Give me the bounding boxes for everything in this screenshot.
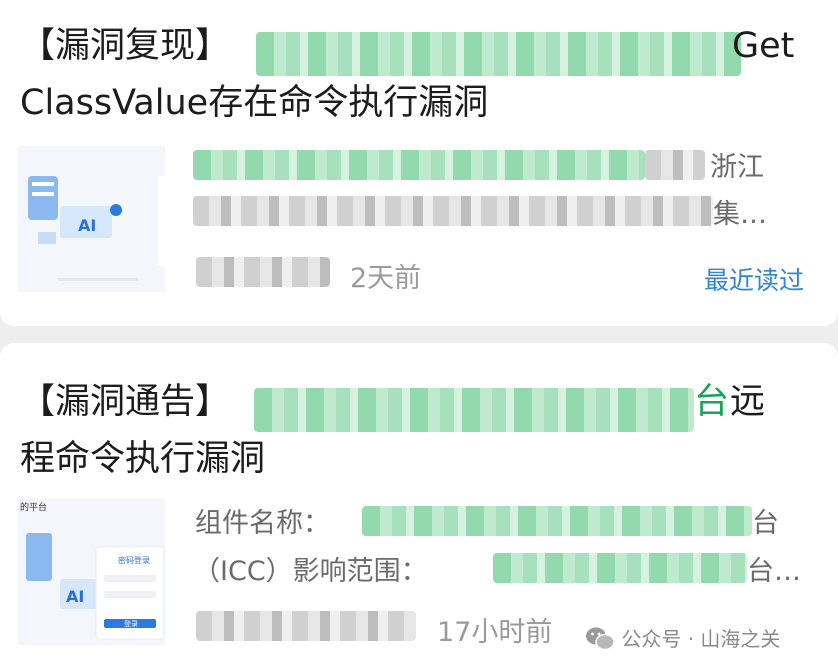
article-card[interactable]: 【漏洞复现】 Get ClassValue存在命令执行漏洞 AI 浙江 集… 2… xyxy=(0,0,838,326)
article-card[interactable]: 【漏洞通告】 台 远 程命令执行漏洞 AI 的平台 密码登录 登录 组件名称： … xyxy=(0,343,838,670)
redacted-title xyxy=(256,32,741,76)
redacted-snippet xyxy=(362,506,752,536)
article-title[interactable]: 【漏洞复现】 Get ClassValue存在命令执行漏洞 xyxy=(20,18,810,123)
thumbnail-header: 的平台 xyxy=(20,503,48,513)
snippet-text: 集… xyxy=(713,199,767,230)
article-thumbnail[interactable]: AI xyxy=(18,146,165,292)
wechat-icon xyxy=(586,627,615,651)
snippet-text: （ICC）影响范围： xyxy=(193,556,428,587)
article-title[interactable]: 【漏洞通告】 台 远 程命令执行漏洞 xyxy=(20,374,810,479)
snippet-highlight: 台… xyxy=(747,556,801,587)
title-line2: 程命令执行漏洞 xyxy=(20,439,266,479)
redacted-title xyxy=(254,388,694,432)
redacted-snippet xyxy=(193,150,645,180)
thumbnail-illustration: AI xyxy=(18,499,165,645)
redacted-snippet xyxy=(493,553,747,583)
publish-time: 17小时前 xyxy=(437,617,553,648)
title-prefix: 【漏洞通告】 xyxy=(20,382,231,422)
publish-time: 2天前 xyxy=(350,263,422,294)
redacted-snippet xyxy=(645,150,705,180)
thumbnail-login-title: 密码登录 xyxy=(118,556,150,565)
svg-text:AI: AI xyxy=(78,216,96,235)
title-line2: ClassValue存在命令执行漏洞 xyxy=(20,83,489,123)
snippet-text: 组件名称： xyxy=(195,508,330,539)
watermark-text: 公众号 · 山海之关 xyxy=(621,627,781,651)
title-end: Get xyxy=(732,26,795,66)
redacted-source xyxy=(196,257,330,287)
thumbnail-login-button: 登录 xyxy=(124,620,138,628)
title-highlight: 台 xyxy=(694,382,730,422)
redacted-snippet xyxy=(193,196,713,226)
title-prefix: 【漏洞复现】 xyxy=(20,26,231,66)
title-end: 远 xyxy=(730,382,766,422)
thumbnail-illustration: AI xyxy=(18,146,165,292)
snippet-highlight: 台 xyxy=(752,508,779,539)
recently-read-badge: 最近读过 xyxy=(703,266,804,295)
watermark: 公众号 · 山海之关 xyxy=(585,623,780,652)
article-thumbnail[interactable]: AI 的平台 密码登录 登录 xyxy=(18,499,165,645)
redacted-source xyxy=(196,611,416,641)
snippet-text: 浙江 xyxy=(710,152,764,183)
svg-text:AI: AI xyxy=(66,587,84,606)
